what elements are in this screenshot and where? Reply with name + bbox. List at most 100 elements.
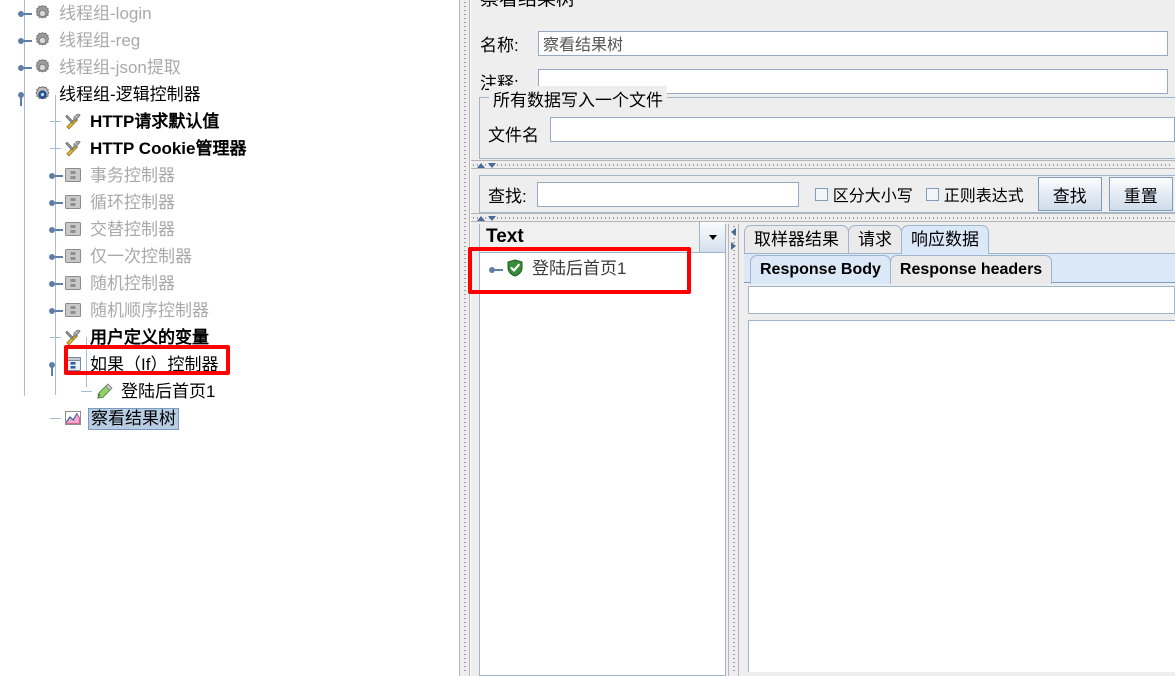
divider-grip-dots <box>473 164 1173 166</box>
tree-item-1[interactable]: 线程组-login <box>0 0 459 27</box>
tree-item-label: 察看结果树 <box>88 407 179 430</box>
results-area: Text 登陆后首页1 取样器结果 请求 响应数据 Response Body … <box>471 222 1175 676</box>
gear-icon-active <box>33 85 53 105</box>
reset-button[interactable]: 重置 <box>1108 177 1173 211</box>
tree-leaf-connector-icon <box>48 135 64 162</box>
expand-node-icon[interactable] <box>17 0 33 27</box>
tree-item-12[interactable]: 随机顺序控制器 <box>0 297 459 324</box>
tree-leaf-connector-icon <box>48 108 64 135</box>
tab-2[interactable]: 请求 <box>848 225 902 254</box>
tree-item-label: 事务控制器 <box>90 165 175 185</box>
main-split-divider[interactable] <box>459 0 470 676</box>
expand-handle-icon[interactable] <box>488 256 506 283</box>
divider-grip-dots <box>733 226 735 674</box>
tree-item-label: 线程组-逻辑控制器 <box>59 84 201 104</box>
tab-1[interactable]: Response Body <box>750 255 891 284</box>
tree-item-11[interactable]: 随机控制器 <box>0 270 459 297</box>
response-filter-input[interactable] <box>748 286 1175 314</box>
name-input[interactable] <box>538 30 1168 56</box>
expand-node-icon[interactable] <box>48 216 64 243</box>
regex-checkbox[interactable]: 正则表达式 <box>925 182 1024 206</box>
collapse-up-arrow-icon[interactable] <box>477 216 485 221</box>
tree-item-4[interactable]: 线程组-逻辑控制器 <box>0 81 459 108</box>
controller-icon <box>64 220 84 240</box>
collapse-node-icon[interactable] <box>17 81 33 108</box>
divider-collapse-arrows[interactable] <box>477 214 503 222</box>
tree-item-label: 仅一次控制器 <box>90 246 192 266</box>
tree-leaf-connector-icon <box>48 405 64 432</box>
search-toolbar-inner: 查找: 区分大小写 正则表达式 查找 重置 <box>479 175 1175 213</box>
tree-item-10[interactable]: 仅一次控制器 <box>0 243 459 270</box>
name-label: 名称: <box>480 35 519 55</box>
tree-item-label: HTTP Cookie管理器 <box>90 138 247 158</box>
view-results-tree-icon <box>64 409 84 429</box>
case-sensitive-checkbox[interactable]: 区分大小写 <box>814 182 913 206</box>
tree-item-6[interactable]: HTTP Cookie管理器 <box>0 135 459 162</box>
expand-node-icon[interactable] <box>17 27 33 54</box>
tree-item-label: 随机控制器 <box>90 273 175 293</box>
find-button[interactable]: 查找 <box>1037 177 1102 211</box>
regex-label: 正则表达式 <box>943 188 1024 205</box>
collapse-down-arrow-icon[interactable] <box>488 163 496 168</box>
tree-item-15[interactable]: 登陆后首页1 <box>0 378 459 405</box>
tree-item-label: 线程组-reg <box>59 30 141 50</box>
controller-icon <box>64 193 84 213</box>
tree-item-8[interactable]: 循环控制器 <box>0 189 459 216</box>
controller-icon <box>64 166 84 186</box>
expand-node-icon[interactable] <box>48 189 64 216</box>
tree-rows[interactable]: 线程组-login 线程组-reg 线程组-json提取线程组-逻辑控制器 HTTP请… <box>0 0 459 432</box>
tree-item-7[interactable]: 事务控制器 <box>0 162 459 189</box>
tree-item-3[interactable]: 线程组-json提取 <box>0 54 459 81</box>
controller-icon <box>64 274 84 294</box>
file-group-title: 所有数据写入一个文件 <box>489 86 667 111</box>
test-plan-tree-panel[interactable]: 线程组-login 线程组-reg 线程组-json提取线程组-逻辑控制器 HTTP请… <box>0 0 459 676</box>
tab-2[interactable]: Response headers <box>889 255 1053 284</box>
checkbox-box-icon[interactable] <box>814 187 828 201</box>
expand-node-icon[interactable] <box>48 243 64 270</box>
gear-icon <box>33 31 53 51</box>
collapse-up-arrow-icon[interactable] <box>477 163 485 168</box>
inner-tabstrip[interactable]: Response Body Response headers <box>750 254 1053 284</box>
tree-item-16[interactable]: 察看结果树 <box>0 405 459 432</box>
tree-item-5[interactable]: HTTP请求默认值 <box>0 108 459 135</box>
expand-node-icon[interactable] <box>17 54 33 81</box>
green-shield-check-icon <box>506 259 526 279</box>
collapse-node-icon[interactable] <box>48 351 64 378</box>
gear-icon <box>33 4 53 24</box>
tree-item-2[interactable]: 线程组-reg <box>0 27 459 54</box>
results-split-divider[interactable] <box>728 224 739 676</box>
view-results-tree-panel: 察看结果树 名称: 注释: 所有数据写入一个文件 文件名 <box>471 0 1175 676</box>
renderer-select[interactable]: Text <box>480 222 725 253</box>
collapse-right-arrow-icon[interactable] <box>731 242 736 250</box>
divider-collapse-arrows[interactable] <box>730 228 739 256</box>
tab-3[interactable]: 响应数据 <box>901 225 989 254</box>
filename-input[interactable] <box>550 117 1175 142</box>
outer-tabstrip[interactable]: 取样器结果 请求 响应数据 <box>744 224 989 254</box>
wrench-icon <box>64 139 84 159</box>
file-search-split-divider[interactable] <box>471 160 1175 169</box>
tree-item-label: 循环控制器 <box>90 192 175 212</box>
collapse-left-arrow-icon[interactable] <box>731 228 736 236</box>
expand-node-icon[interactable] <box>48 270 64 297</box>
tree-item-label: 登陆后首页1 <box>121 381 216 401</box>
collapse-down-arrow-icon[interactable] <box>488 216 496 221</box>
tree-item-13[interactable]: 用户定义的变量 <box>0 324 459 351</box>
controller-icon <box>64 247 84 267</box>
tree-item-9[interactable]: 交替控制器 <box>0 216 459 243</box>
tree-item-label: 随机顺序控制器 <box>90 300 209 320</box>
divider-collapse-arrows[interactable] <box>477 161 503 169</box>
expand-node-icon[interactable] <box>48 297 64 324</box>
expand-node-icon[interactable] <box>48 162 64 189</box>
tree-item-label: 交替控制器 <box>90 219 175 239</box>
response-body-area[interactable] <box>748 320 1175 672</box>
tab-1[interactable]: 取样器结果 <box>744 225 849 254</box>
divider-grip-dots <box>464 2 466 674</box>
search-input[interactable] <box>536 181 799 207</box>
write-all-data-to-file-group: 所有数据写入一个文件 文件名 <box>479 86 1175 159</box>
tree-item-14[interactable]: 如果（If）控制器 <box>0 351 459 378</box>
chevron-down-icon[interactable] <box>699 222 725 252</box>
checkbox-box-icon[interactable] <box>925 187 939 201</box>
results-tree-pane[interactable]: Text 登陆后首页1 <box>479 222 726 676</box>
result-entry-row[interactable]: 登陆后首页1 <box>480 255 725 283</box>
search-results-split-divider[interactable] <box>471 213 1175 222</box>
